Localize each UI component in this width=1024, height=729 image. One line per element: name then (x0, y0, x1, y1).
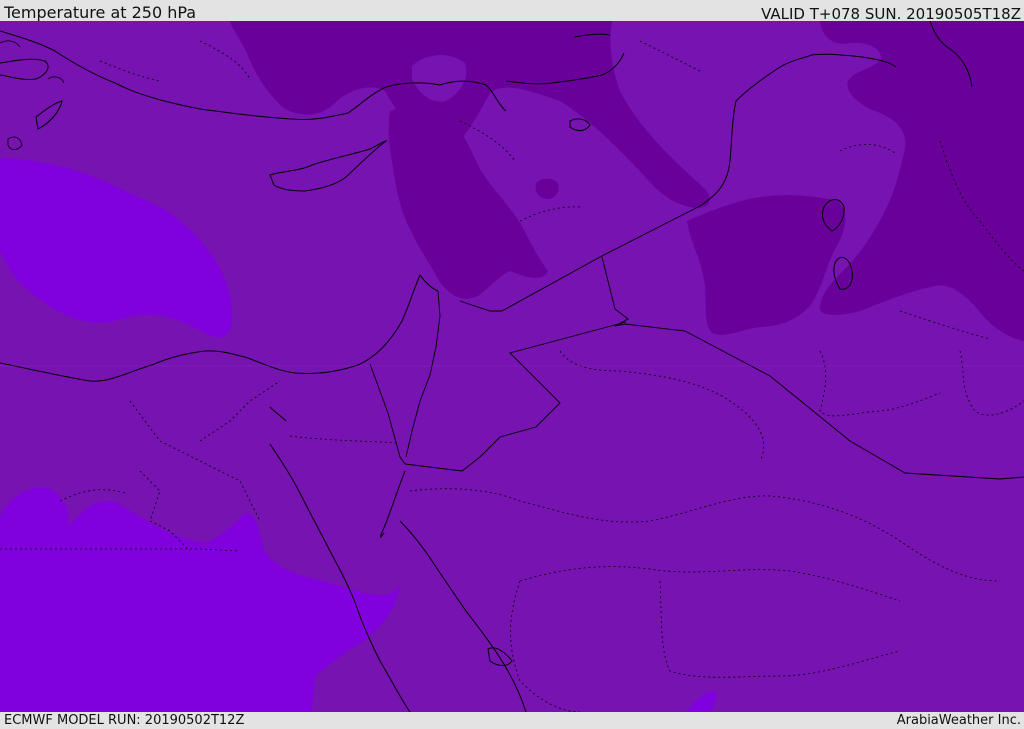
map-viewer: Temperature at 250 hPa VALID T+078 SUN. … (0, 0, 1024, 729)
header-bar: Temperature at 250 hPa VALID T+078 SUN. … (0, 0, 1024, 23)
credit-label: ArabiaWeather Inc. (896, 713, 1021, 728)
weather-map[interactable] (0, 21, 1024, 712)
chart-title: Temperature at 250 hPa (4, 3, 197, 22)
map-svg (0, 21, 1024, 712)
model-run-label: ECMWF MODEL RUN: 20190502T12Z (4, 713, 245, 728)
footer-bar: ECMWF MODEL RUN: 20190502T12Z ArabiaWeat… (0, 712, 1024, 729)
